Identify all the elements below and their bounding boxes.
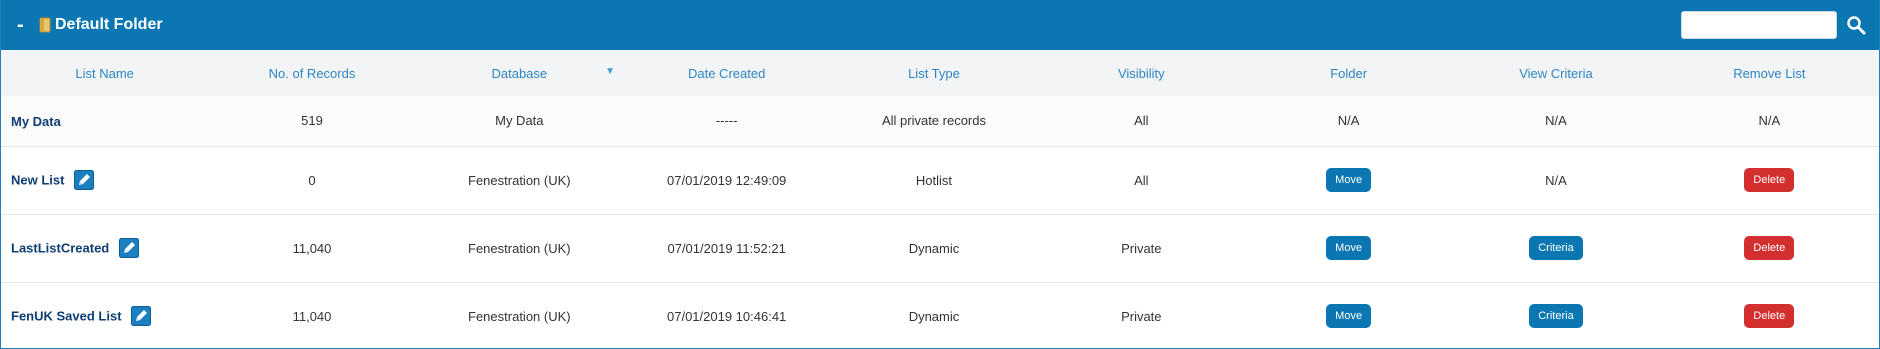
database-cell: My Data bbox=[495, 113, 544, 129]
folder-panel: - Default Folder List Name No. of Record… bbox=[0, 0, 1880, 349]
move-button[interactable]: Move bbox=[1326, 168, 1372, 192]
table-row: FenUK Saved List 11,040 Fenestration (UK… bbox=[1, 282, 1879, 349]
folder-title: Default Folder bbox=[55, 16, 163, 33]
edit-pencil-icon[interactable] bbox=[74, 170, 95, 190]
date-created-cell: 07/01/2019 10:46:41 bbox=[667, 308, 787, 324]
search-input[interactable] bbox=[1681, 11, 1837, 39]
collapse-toggle[interactable]: - bbox=[17, 14, 35, 37]
visibility-cell: All bbox=[1134, 113, 1149, 129]
records-cell: 0 bbox=[308, 172, 316, 188]
list-type-cell: All private records bbox=[881, 113, 986, 129]
sort-desc-icon[interactable]: ▼ bbox=[605, 66, 615, 77]
column-header-database[interactable]: Database ▼ bbox=[416, 50, 623, 96]
criteria-cell: Criteria bbox=[1452, 214, 1659, 282]
list-type-cell: Dynamic bbox=[908, 308, 960, 324]
lists-table: List Name No. of Records Database ▼ Date… bbox=[1, 50, 1879, 349]
list-type-cell: Hotlist bbox=[915, 172, 953, 188]
move-button[interactable]: Move bbox=[1326, 236, 1372, 260]
list-name-cell: New List bbox=[1, 146, 208, 214]
move-button[interactable]: Move bbox=[1326, 304, 1372, 328]
delete-button[interactable]: Delete bbox=[1744, 168, 1795, 192]
list-name-link[interactable]: LastListCreated bbox=[11, 241, 109, 256]
date-created-cell: 07/01/2019 11:52:21 bbox=[667, 240, 786, 256]
list-name-link[interactable]: New List bbox=[11, 173, 64, 188]
column-header-list-type[interactable]: List Type bbox=[830, 50, 1037, 96]
visibility-cell: Private bbox=[1121, 308, 1162, 324]
criteria-cell: N/A bbox=[1545, 172, 1567, 188]
criteria-button[interactable]: Criteria bbox=[1529, 236, 1583, 260]
table-row: New List 0 Fenestration (UK) 07/01/2019 … bbox=[1, 146, 1879, 214]
folder-cell: N/A bbox=[1337, 113, 1360, 129]
folder-icon bbox=[39, 17, 51, 33]
date-created-cell: 07/01/2019 12:49:09 bbox=[667, 172, 787, 188]
list-name-cell: LastListCreated bbox=[1, 214, 208, 282]
database-cell: Fenestration (UK) bbox=[468, 172, 571, 188]
column-header-database-label: Database bbox=[491, 65, 548, 81]
delete-button[interactable]: Delete bbox=[1744, 304, 1795, 328]
column-header-visibility[interactable]: Visibility bbox=[1038, 50, 1245, 96]
records-cell: 519 bbox=[301, 113, 323, 129]
visibility-cell: All bbox=[1134, 172, 1149, 188]
list-name-link[interactable]: My Data bbox=[11, 114, 61, 129]
list-type-cell: Dynamic bbox=[908, 240, 960, 256]
list-name-cell: FenUK Saved List bbox=[1, 282, 208, 349]
column-header-remove-list[interactable]: Remove List bbox=[1660, 50, 1879, 96]
list-name-cell: My Data bbox=[1, 96, 208, 146]
edit-pencil-icon[interactable] bbox=[118, 238, 139, 258]
table-row: My Data 519 My Data ----- All private re… bbox=[1, 96, 1879, 146]
folder-cell: Move bbox=[1245, 214, 1452, 282]
remove-cell: Delete bbox=[1660, 214, 1879, 282]
column-header-view-criteria[interactable]: View Criteria bbox=[1452, 50, 1659, 96]
remove-cell: Delete bbox=[1660, 282, 1879, 349]
delete-button[interactable]: Delete bbox=[1744, 236, 1795, 260]
database-cell: Fenestration (UK) bbox=[468, 240, 571, 256]
remove-cell: N/A bbox=[1758, 113, 1781, 129]
column-header-folder[interactable]: Folder bbox=[1245, 50, 1452, 96]
criteria-cell: N/A bbox=[1545, 113, 1567, 129]
table-header-row: List Name No. of Records Database ▼ Date… bbox=[1, 50, 1879, 96]
folder-header: - Default Folder bbox=[1, 0, 1879, 50]
list-name-link[interactable]: FenUK Saved List bbox=[11, 309, 122, 324]
edit-pencil-icon[interactable] bbox=[131, 306, 152, 326]
date-created-cell: ----- bbox=[715, 113, 738, 129]
column-header-date-created[interactable]: Date Created bbox=[623, 50, 830, 96]
column-header-records[interactable]: No. of Records bbox=[208, 50, 415, 96]
visibility-cell: Private bbox=[1121, 240, 1162, 256]
database-cell: Fenestration (UK) bbox=[468, 308, 571, 324]
folder-cell: Move bbox=[1245, 282, 1452, 349]
search-icon[interactable] bbox=[1843, 11, 1869, 39]
remove-cell: Delete bbox=[1660, 146, 1879, 214]
records-cell: 11,040 bbox=[292, 308, 332, 324]
folder-cell: Move bbox=[1245, 146, 1452, 214]
table-row: LastListCreated 11,040 Fenestration (UK)… bbox=[1, 214, 1879, 282]
records-cell: 11,040 bbox=[292, 240, 332, 256]
criteria-cell: Criteria bbox=[1452, 282, 1659, 349]
column-header-list-name[interactable]: List Name bbox=[1, 50, 208, 96]
criteria-button[interactable]: Criteria bbox=[1529, 304, 1583, 328]
